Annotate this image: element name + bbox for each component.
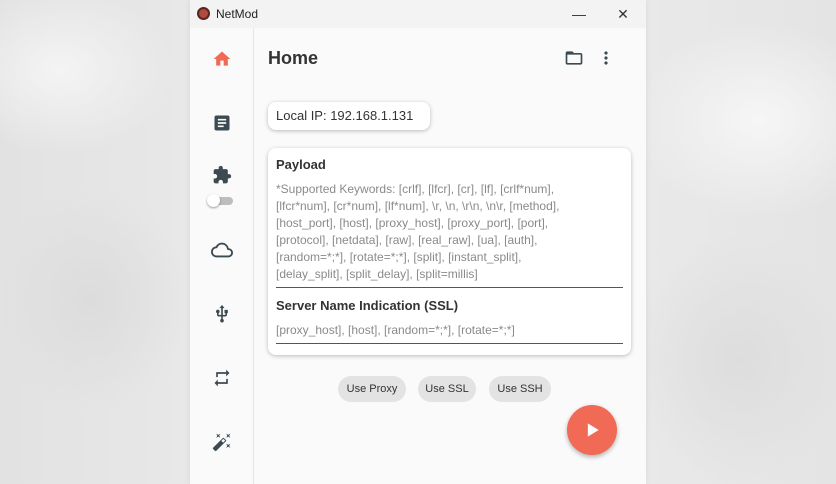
magic-wand-icon — [212, 433, 231, 452]
sni-underline — [276, 343, 623, 344]
payload-placeholder-line: [delay_split], [split_delay], [split=mil… — [276, 267, 478, 281]
payload-placeholder-line: [host_port], [host], [proxy_host], [prox… — [276, 216, 549, 230]
payload-placeholder-line: *Supported Keywords: [crlf], [lfcr], [cr… — [276, 182, 555, 196]
home-icon — [213, 51, 231, 66]
app-logo-icon — [197, 7, 210, 20]
window-title: NetMod — [216, 7, 259, 21]
toggle-thumb — [207, 194, 220, 207]
more-vertical-icon — [604, 51, 608, 65]
title-bar[interactable]: NetMod — ✕ — [190, 0, 646, 28]
sidebar-item-logs[interactable] — [190, 103, 254, 143]
more-options-button[interactable] — [592, 46, 620, 70]
plugins-toggle[interactable] — [207, 194, 235, 207]
sidebar-item-home[interactable] — [190, 39, 254, 79]
sni-input[interactable]: [proxy_host], [host], [random=*;*], [rot… — [276, 323, 515, 337]
sidebar-item-usb[interactable] — [190, 294, 254, 334]
document-icon — [214, 115, 230, 131]
use-proxy-chip[interactable]: Use Proxy — [338, 376, 406, 402]
payload-card: Payload *Supported Keywords: [crlf], [lf… — [268, 148, 631, 355]
sni-label: Server Name Indication (SSL) — [276, 298, 459, 313]
main-content: Home Local IP: 192.168.1.131 Payload *Su… — [254, 28, 646, 484]
payload-label: Payload — [276, 157, 326, 172]
sidebar — [190, 28, 254, 484]
sidebar-item-repeat[interactable] — [190, 358, 254, 398]
local-ip-card: Local IP: 192.168.1.131 — [268, 102, 430, 130]
payload-underline — [276, 287, 623, 288]
local-ip-text: Local IP: 192.168.1.131 — [276, 108, 414, 123]
minimize-button[interactable]: — — [556, 0, 602, 28]
close-button[interactable]: ✕ — [600, 0, 646, 28]
repeat-icon — [214, 369, 230, 387]
payload-placeholder-line: [protocol], [netdata], [raw], [real_raw]… — [276, 233, 538, 247]
cloud-icon — [211, 242, 233, 258]
start-button[interactable] — [567, 405, 617, 455]
folder-icon — [565, 51, 583, 65]
play-icon — [587, 423, 599, 437]
usb-icon — [216, 304, 228, 323]
use-ssh-chip[interactable]: Use SSH — [489, 376, 551, 402]
payload-placeholder-line: [random=*;*], [rotate=*;*], [split], [in… — [276, 250, 522, 264]
sidebar-item-plugins[interactable] — [190, 155, 254, 195]
payload-placeholder-line: [lfcr*num], [cr*num], [lf*num], \r, \n, … — [276, 199, 560, 213]
app-window: NetMod — ✕ Home Local IP: 192.168.1.131 … — [190, 0, 646, 484]
use-ssl-chip[interactable]: Use SSL — [418, 376, 476, 402]
sidebar-item-cloud[interactable] — [190, 230, 254, 270]
sidebar-item-tools[interactable] — [190, 422, 254, 462]
payload-input[interactable]: *Supported Keywords: [crlf], [lfcr], [cr… — [276, 181, 620, 283]
folder-button[interactable] — [560, 46, 588, 70]
puzzle-icon — [213, 165, 232, 184]
page-title: Home — [268, 48, 319, 68]
